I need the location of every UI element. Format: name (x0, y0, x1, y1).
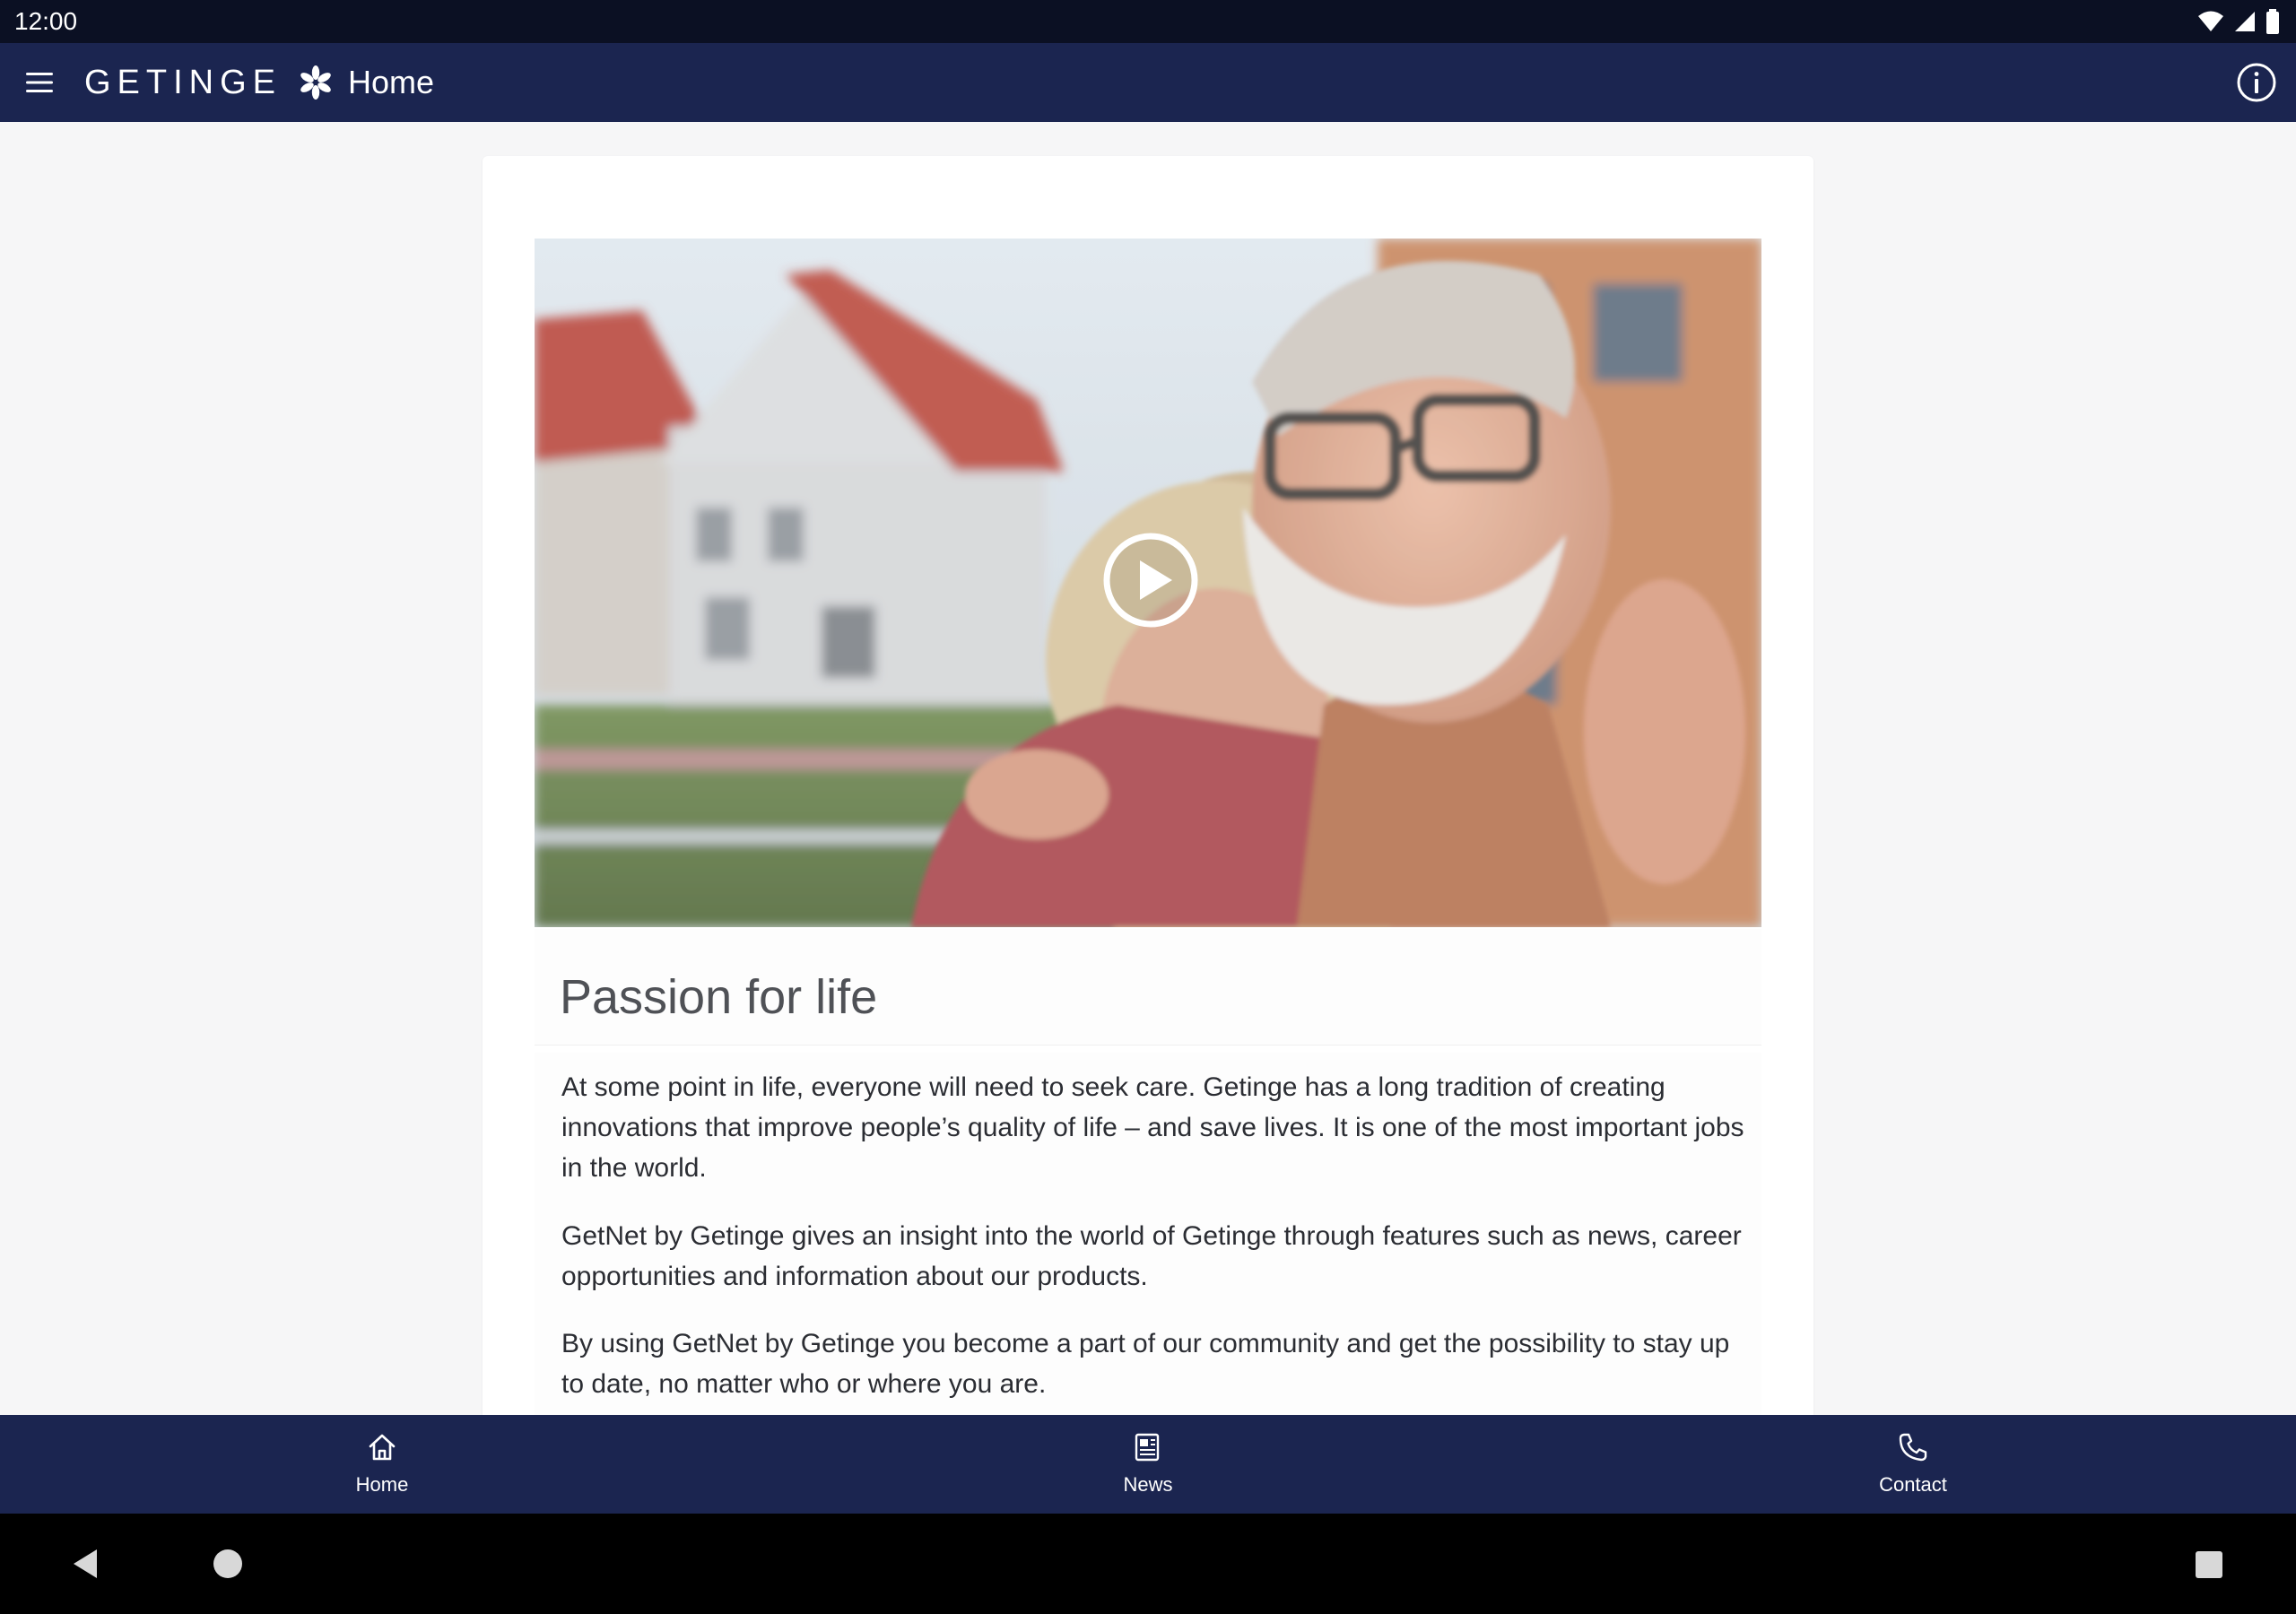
recents-square-icon[interactable] (2196, 1551, 2222, 1578)
nav-label-home: Home (355, 1473, 409, 1496)
hamburger-menu-button[interactable] (20, 63, 59, 102)
wifi-icon (2198, 11, 2223, 31)
article-card: Passion for life At some point in life, … (483, 156, 1813, 1415)
play-video-button[interactable] (1101, 531, 1200, 629)
home-icon (369, 1434, 396, 1461)
nav-label-contact: Contact (1879, 1473, 1947, 1496)
article-headline: Passion for life (560, 970, 878, 1024)
app-bar: GETINGE Home (0, 43, 2296, 122)
main-content[interactable]: Passion for life At some point in life, … (0, 122, 2296, 1415)
article-body: At some point in life, everyone will nee… (535, 1053, 1761, 1415)
article-paragraph: GetNet by Getinge gives an insight into … (561, 1221, 1742, 1291)
cell-signal-icon (2235, 12, 2255, 31)
info-icon (2237, 63, 2276, 102)
phone-icon (1899, 1433, 1927, 1462)
brand-name: GETINGE (84, 63, 283, 101)
getinge-star-logo-icon (300, 65, 331, 100)
article-paragraph: At some point in life, everyone will nee… (561, 1072, 1744, 1183)
back-triangle-icon[interactable] (68, 1546, 104, 1582)
nav-label-news: News (1123, 1473, 1173, 1496)
play-circle-icon (1103, 533, 1198, 628)
brand-logo: GETINGE (84, 61, 334, 104)
status-bar: 12:00 (0, 0, 2296, 43)
page-title: Home (348, 64, 435, 100)
hamburger-menu-icon (26, 73, 53, 92)
headline-block: Passion for life (535, 929, 1761, 1046)
home-circle-icon[interactable] (213, 1549, 242, 1578)
nav-item-home[interactable]: Home (274, 1415, 490, 1514)
article-paragraph: By using GetNet by Getinge you become a … (561, 1329, 1730, 1399)
nav-item-contact[interactable]: Contact (1805, 1415, 2021, 1514)
bottom-navigation: Home News Contact (0, 1415, 2296, 1514)
status-time: 12:00 (14, 7, 78, 35)
nav-item-news[interactable]: News (1040, 1415, 1256, 1514)
battery-icon (2266, 9, 2279, 34)
status-icons (2197, 9, 2280, 34)
info-button[interactable] (2235, 61, 2278, 104)
system-navigation-bar (0, 1514, 2296, 1614)
news-icon (1135, 1433, 1160, 1462)
